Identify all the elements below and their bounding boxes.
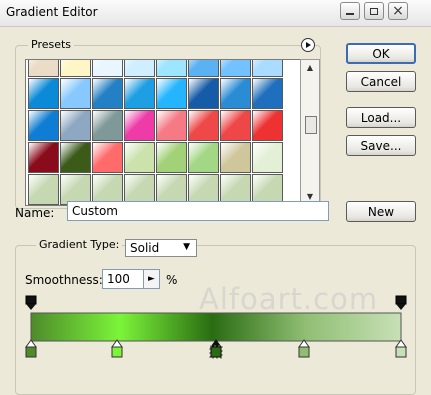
minimize-icon	[346, 13, 354, 15]
opacity-stop-left[interactable]	[25, 295, 37, 310]
maximize-icon	[370, 7, 378, 15]
color-stop-3[interactable]	[209, 339, 223, 359]
color-stop-2[interactable]	[111, 339, 123, 358]
gradient-editor-svg	[25, 295, 407, 359]
close-icon: ×	[392, 3, 404, 19]
dialog-body: Presets ▲ ▼ OK Cancel Load... Save... Na…	[0, 27, 431, 395]
close-button[interactable]: ×	[388, 2, 408, 20]
title-bar: Gradient Editor ×	[0, 0, 431, 27]
maximize-button[interactable]	[364, 2, 384, 20]
color-stop-1[interactable]	[25, 339, 37, 358]
opacity-stop-right[interactable]	[395, 295, 407, 310]
gradient-bar[interactable]	[30, 312, 402, 342]
minimize-button[interactable]	[340, 2, 360, 20]
color-stop-4[interactable]	[298, 339, 310, 358]
window-title: Gradient Editor	[6, 5, 98, 19]
color-stop-5[interactable]	[395, 339, 407, 358]
